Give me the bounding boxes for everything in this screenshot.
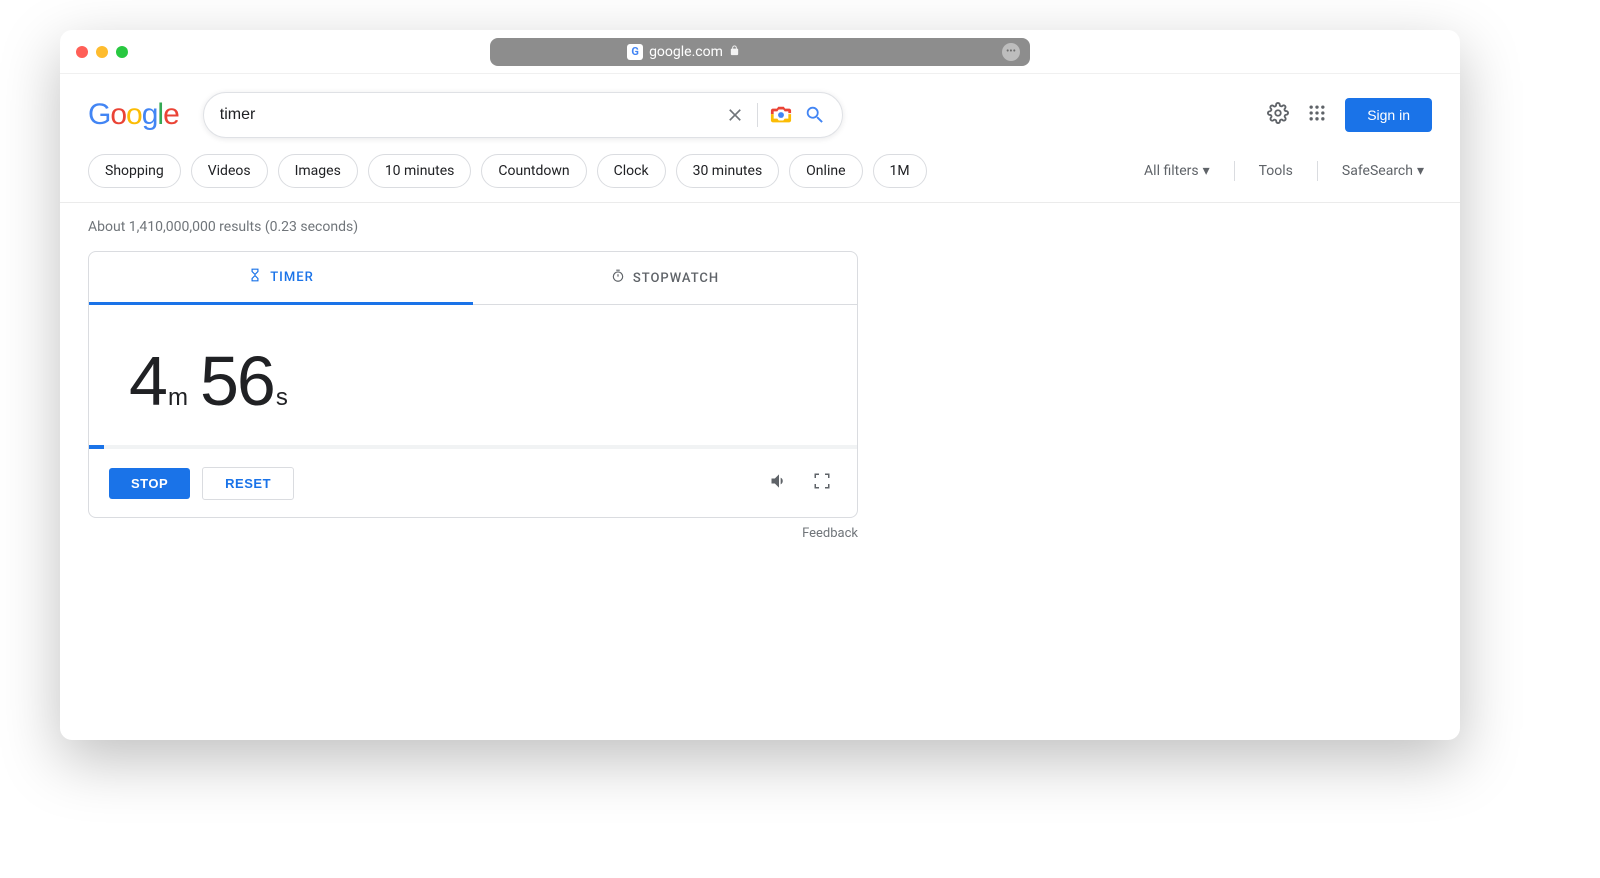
timer-progress (89, 445, 857, 449)
search-icon[interactable] (804, 104, 826, 126)
chip-30-minutes[interactable]: 30 minutes (676, 154, 780, 188)
timer-display[interactable]: 4m 56s (89, 305, 857, 445)
fullscreen-icon[interactable] (807, 466, 837, 500)
lens-icon[interactable] (770, 104, 792, 126)
favicon-icon: G (627, 44, 643, 60)
timer-minutes: 4 (129, 342, 166, 420)
seconds-unit: s (276, 384, 286, 411)
browser-window: G google.com ••• Google (60, 30, 1460, 740)
separator (1234, 161, 1235, 181)
chip-clock[interactable]: Clock (597, 154, 666, 188)
reset-button[interactable]: RESET (202, 467, 294, 500)
chevron-down-icon: ▾ (1417, 163, 1424, 179)
google-logo[interactable]: Google (88, 98, 179, 132)
separator (1317, 161, 1318, 181)
hourglass-icon (248, 268, 262, 286)
chip-shopping[interactable]: Shopping (88, 154, 181, 188)
titlebar: G google.com ••• (60, 30, 1460, 74)
timer-seconds: 56 (200, 342, 274, 420)
sign-in-button[interactable]: Sign in (1345, 98, 1432, 132)
apps-icon[interactable] (1307, 103, 1327, 127)
timer-progress-fill (89, 445, 104, 449)
gear-icon[interactable] (1267, 102, 1289, 128)
url-more-icon[interactable]: ••• (1002, 43, 1020, 61)
chip-1m[interactable]: 1M (873, 154, 927, 188)
address-bar[interactable]: G google.com ••• (490, 38, 1030, 66)
volume-icon[interactable] (763, 465, 795, 501)
all-filters-link[interactable]: All filters ▾ (1136, 163, 1218, 179)
tab-timer[interactable]: TIMER (89, 252, 473, 305)
safesearch-link[interactable]: SafeSearch ▾ (1334, 163, 1432, 179)
tools-link[interactable]: Tools (1251, 163, 1301, 179)
chip-10-minutes[interactable]: 10 minutes (368, 154, 472, 188)
tab-stopwatch[interactable]: STOPWATCH (473, 252, 857, 304)
search-box[interactable] (203, 92, 843, 138)
lock-icon (729, 45, 740, 59)
close-window-button[interactable] (76, 46, 88, 58)
maximize-window-button[interactable] (116, 46, 128, 58)
separator (757, 103, 758, 127)
clear-icon[interactable] (725, 105, 745, 125)
timer-widget: TIMER STOPWATCH 4m 56s STOP (88, 251, 858, 518)
search-input[interactable] (220, 106, 713, 124)
minutes-unit: m (168, 384, 186, 411)
chevron-down-icon: ▾ (1203, 163, 1210, 179)
search-header: Google (60, 74, 1460, 146)
chip-countdown[interactable]: Countdown (481, 154, 586, 188)
chip-videos[interactable]: Videos (191, 154, 268, 188)
window-controls (76, 46, 128, 58)
minimize-window-button[interactable] (96, 46, 108, 58)
result-stats: About 1,410,000,000 results (0.23 second… (88, 219, 1432, 235)
stop-button[interactable]: STOP (109, 468, 190, 499)
stopwatch-icon (611, 269, 625, 287)
chip-images[interactable]: Images (278, 154, 358, 188)
chip-online[interactable]: Online (789, 154, 862, 188)
url-domain: google.com (649, 44, 723, 60)
feedback-link[interactable]: Feedback (88, 526, 858, 541)
filter-chips-row: Shopping Videos Images 10 minutes Countd… (60, 146, 1460, 203)
